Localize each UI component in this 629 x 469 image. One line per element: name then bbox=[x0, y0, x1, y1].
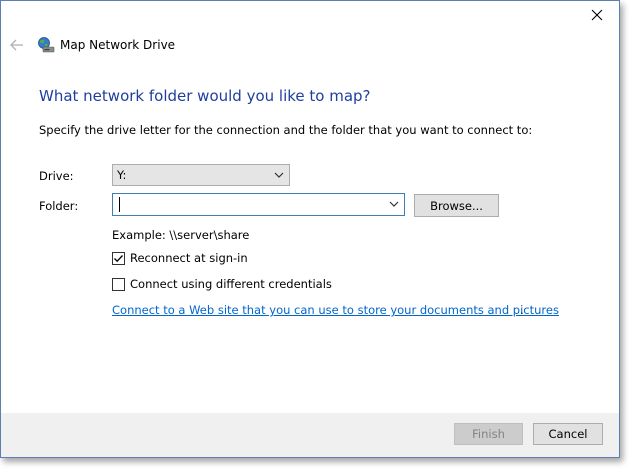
link-period: . bbox=[520, 303, 524, 317]
cancel-button[interactable]: Cancel bbox=[533, 423, 603, 445]
finish-button[interactable]: Finish bbox=[454, 423, 523, 445]
checkmark-icon bbox=[114, 254, 123, 262]
close-button[interactable] bbox=[583, 3, 611, 27]
credentials-option[interactable]: Connect using different credentials bbox=[112, 277, 332, 291]
close-icon bbox=[591, 9, 603, 21]
reconnect-checkbox[interactable] bbox=[112, 251, 125, 265]
folder-input[interactable] bbox=[113, 195, 377, 214]
back-button[interactable] bbox=[9, 37, 25, 53]
chevron-down-icon[interactable] bbox=[389, 199, 399, 209]
reconnect-option[interactable]: Reconnect at sign-in bbox=[112, 251, 248, 265]
map-network-drive-dialog: Map Network Drive What network folder wo… bbox=[0, 0, 620, 458]
dialog-title: Map Network Drive bbox=[60, 38, 176, 52]
example-text: Example: \\server\share bbox=[112, 228, 250, 242]
web-site-link[interactable]: Connect to a Web site that you can use t… bbox=[112, 303, 559, 317]
network-drive-icon bbox=[37, 36, 55, 54]
browse-button[interactable]: Browse... bbox=[414, 194, 499, 217]
chevron-down-icon bbox=[274, 172, 284, 178]
drive-label: Drive: bbox=[39, 169, 74, 183]
credentials-label: Connect using different credentials bbox=[130, 277, 332, 291]
folder-label: Folder: bbox=[39, 199, 79, 213]
drive-selected-value: Y: bbox=[117, 168, 127, 182]
page-heading: What network folder would you like to ma… bbox=[39, 87, 371, 105]
drive-select[interactable]: Y: bbox=[112, 164, 290, 186]
credentials-checkbox[interactable] bbox=[112, 277, 125, 291]
text-caret bbox=[119, 197, 120, 212]
screenshot-stage: Map Network Drive What network folder wo… bbox=[0, 0, 629, 469]
instruction-text: Specify the drive letter for the connect… bbox=[39, 123, 533, 137]
reconnect-label: Reconnect at sign-in bbox=[130, 251, 248, 265]
folder-combobox[interactable] bbox=[112, 193, 405, 216]
dialog-footer: Finish Cancel bbox=[1, 413, 619, 457]
back-arrow-icon bbox=[10, 39, 23, 51]
